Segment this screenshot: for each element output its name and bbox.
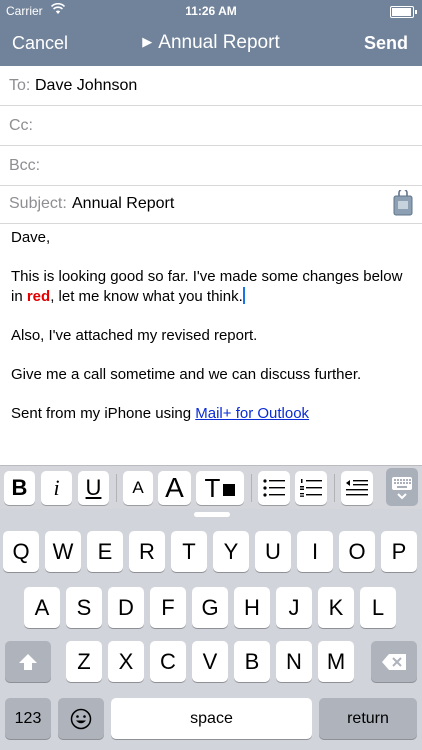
toolbar-divider [251, 474, 252, 502]
key-w[interactable]: W [45, 531, 81, 572]
to-value[interactable]: Dave Johnson [35, 77, 137, 95]
key-i[interactable]: I [297, 531, 333, 572]
to-label: To: [9, 77, 31, 94]
key-c[interactable]: C [150, 641, 186, 682]
key-l[interactable]: L [360, 587, 396, 628]
key-f[interactable]: F [150, 587, 186, 628]
toolbar-divider [116, 474, 117, 502]
font-smaller-button[interactable]: A [123, 471, 153, 505]
emoji-key[interactable] [58, 698, 104, 739]
space-key[interactable]: space [111, 698, 312, 739]
battery-icon [390, 6, 417, 18]
cc-field[interactable]: Cc: [0, 106, 422, 146]
drag-handle[interactable] [194, 512, 230, 517]
key-z[interactable]: Z [66, 641, 102, 682]
key-y[interactable]: Y [213, 531, 249, 572]
body-paragraph-3: Give me a call sometime and we can discu… [11, 365, 362, 383]
toolbar-divider [334, 474, 335, 502]
key-h[interactable]: H [234, 587, 270, 628]
key-v[interactable]: V [192, 641, 228, 682]
signature-link[interactable]: Mail+ for Outlook [195, 405, 309, 422]
compose-navbar: Cancel ▶ Annual Report Send [0, 22, 422, 66]
key-a[interactable]: A [24, 587, 60, 628]
font-larger-button[interactable]: A [158, 471, 191, 505]
key-o[interactable]: O [339, 531, 375, 572]
send-button[interactable]: Send [364, 33, 408, 54]
bcc-label: Bcc: [9, 157, 41, 174]
italic-button[interactable]: i [41, 471, 72, 505]
key-m[interactable]: M [318, 641, 354, 682]
numbered-list-icon [300, 479, 322, 497]
status-bar: Carrier 11:26 AM [0, 0, 422, 22]
body-paragraph-1: This is looking good so far. I've made s… [11, 268, 403, 305]
key-e[interactable]: E [87, 531, 123, 572]
play-triangle-icon: ▶ [142, 34, 153, 49]
backspace-icon [382, 653, 406, 670]
key-r[interactable]: R [129, 531, 165, 572]
subject-value[interactable]: Annual Report [72, 195, 174, 213]
text-color-glyph: T [204, 472, 221, 503]
body-paragraph-2: Also, I've attached my revised report. [11, 326, 258, 344]
keyboard-hide-button[interactable] [386, 468, 418, 506]
emoji-icon [70, 708, 92, 729]
key-u[interactable]: U [255, 531, 291, 572]
outdent-icon [346, 480, 368, 496]
key-d[interactable]: D [108, 587, 144, 628]
underline-button[interactable]: U [78, 471, 109, 505]
bcc-field[interactable]: Bcc: [0, 146, 422, 186]
keyboard-hide-icon [392, 477, 412, 500]
key-j[interactable]: J [276, 587, 312, 628]
key-t[interactable]: T [171, 531, 207, 572]
bullet-list-icon [263, 479, 285, 497]
backspace-key[interactable] [371, 641, 417, 682]
status-time: 11:26 AM [185, 4, 237, 18]
shift-key[interactable] [5, 641, 51, 682]
return-key[interactable]: return [319, 698, 417, 739]
compose-title[interactable]: ▶ Annual Report [0, 32, 422, 54]
cc-label: Cc: [9, 117, 33, 134]
bold-button[interactable]: B [4, 471, 35, 505]
text-cursor [242, 286, 245, 304]
shift-icon [19, 653, 37, 670]
greeting: Dave, [11, 229, 51, 246]
key-k[interactable]: K [318, 587, 354, 628]
numbered-list-button[interactable] [295, 471, 327, 505]
key-x[interactable]: X [108, 641, 144, 682]
attachment-icon[interactable] [392, 190, 414, 216]
outdent-button[interactable] [341, 471, 373, 505]
key-q[interactable]: Q [3, 531, 39, 572]
format-toolbar: B i U A A T [0, 465, 422, 510]
subject-field[interactable]: Subject: Annual Report [0, 184, 422, 224]
key-s[interactable]: S [66, 587, 102, 628]
color-swatch-icon [223, 484, 236, 496]
compose-title-label: Annual Report [158, 32, 280, 53]
numbers-key[interactable]: 123 [5, 698, 51, 739]
key-b[interactable]: B [234, 641, 270, 682]
bullet-list-button[interactable] [258, 471, 290, 505]
to-field[interactable]: To: Dave Johnson [0, 66, 422, 106]
message-body[interactable]: Dave, This is looking good so far. I've … [11, 228, 411, 443]
red-text: red [26, 287, 51, 305]
signature: Sent from my iPhone using Mail+ for Outl… [11, 404, 310, 422]
keyboard: QWERTYUIOP ASDFGHJKL ZXCVBNM 123 space r… [0, 509, 422, 750]
key-n[interactable]: N [276, 641, 312, 682]
text-color-button[interactable]: T [196, 471, 244, 505]
subject-label: Subject: [9, 195, 67, 212]
key-g[interactable]: G [192, 587, 228, 628]
key-p[interactable]: P [381, 531, 417, 572]
